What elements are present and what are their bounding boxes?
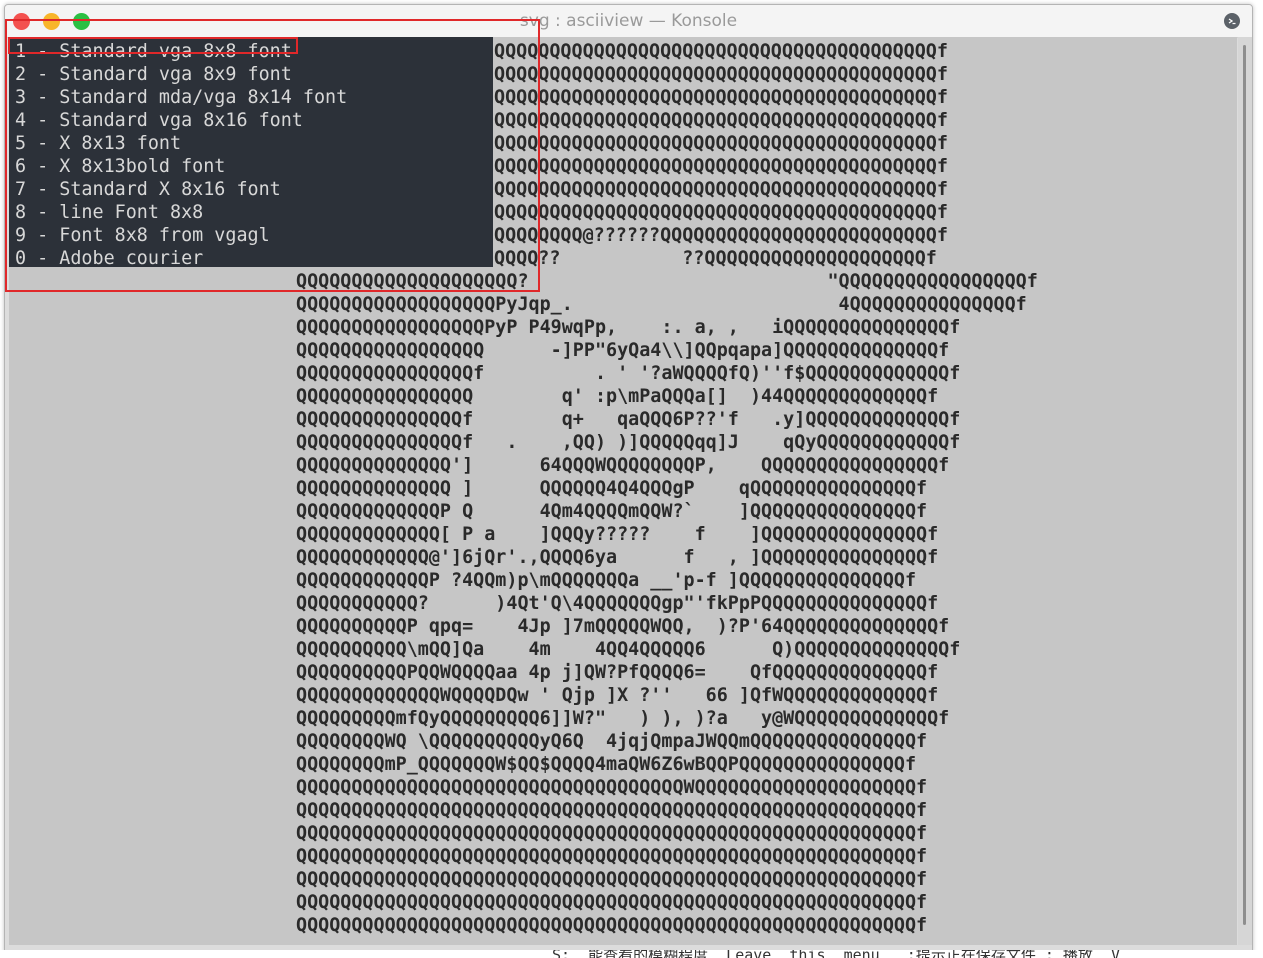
- art-line: QQQQQQQQQQP qpq= 4Jp ]7mQQQQQWQQ, )?P'64…: [296, 616, 950, 637]
- art-line: QQQQQQQQQQQQQQQQQ -]PP"6yQa4\\]QQpqapa]Q…: [296, 340, 950, 361]
- art-line: QQQQQQQQQQQQQQQQQQQQQQQQQQQQQQQQQQQWQQQQ…: [296, 777, 928, 798]
- scrollbar-thumb[interactable]: [1243, 45, 1246, 925]
- art-line: QQQQQQQQQQQQQQQQQQQQQQQQQQQQQQQQQQQQQQQQ…: [494, 41, 948, 62]
- menu-item-7[interactable]: 8 - line Font 8x8: [15, 201, 203, 224]
- art-line: QQQQQQQQmP_QQQQQQQW$QQ$QQQQ4maQW6Z6wBQQP…: [296, 754, 917, 775]
- konsole-window: svg : asciiview — Konsole QQQQQQQQQQQQQQ…: [4, 4, 1253, 954]
- art-line: QQQQQQQQQQQQQQQf q+ qaQQQ6P??'f .y]QQQQQ…: [296, 409, 961, 430]
- bottom-status-text: S: 能查看的模糊程度 Leave this menu :提示正在保存文件 : …: [552, 950, 1120, 958]
- window-title: svg : asciiview — Konsole: [519, 11, 738, 31]
- art-line: QQQQQQQQQQQQQQQQQQQQQQQQQQQQQQQQQQQQQQQQ…: [296, 846, 928, 867]
- art-line: QQQQQQQQQQQQQQQQQQQQQQQQQQQQQQQQQQQQQQQQ…: [296, 823, 928, 844]
- menu-item-4[interactable]: 5 - X 8x13 font: [15, 132, 181, 155]
- font-menu: 1 - Standard vga 8x8 font 2 - Standard vg…: [9, 37, 493, 270]
- art-line: QQQQQQQQQQQQQQQQQPyP P49wqPp, :. a, , iQ…: [296, 317, 961, 338]
- scrollbar[interactable]: [1238, 37, 1252, 945]
- art-line: QQQQ?? ??QQQQQQQQQQQQQQQQQQQQf: [494, 248, 937, 269]
- art-line: QQQQQQQQQQQQQQ'] 64QQQWQQQQQQQQP, QQQQQQ…: [296, 455, 950, 476]
- art-line: QQQQQQQQQQQQQQQQQQQQQQQQQQQQQQQQQQQQQQQQ…: [494, 64, 948, 85]
- menu-item-3[interactable]: 4 - Standard vga 8x16 font: [15, 109, 303, 132]
- art-line: QQQQQQQQQQQQQQQf . ,QQ) )]QQQQQqq]J qQyQ…: [296, 432, 961, 453]
- art-line: QQQQQQQQQQQQQQQQQQQQQQQQQQQQQQQQQQQQQQQQ…: [494, 87, 948, 108]
- art-line: QQQQQQQQQQQ? )4Qt'Q\4QQQQQQQgp"'fkPpPQQQ…: [296, 593, 939, 614]
- art-line: QQQQQQQQQQQQQQQQQQQQQQQQQQQQQQQQQQQQQQQQ…: [296, 915, 928, 936]
- menu-item-1[interactable]: 2 - Standard vga 8x9 font: [15, 63, 292, 86]
- art-line: QQQQQQQQQQ\mQQ]Qa 4m 4QQ4QQQQQ6 Q)QQQQQQ…: [296, 639, 961, 660]
- art-line: QQQQQQQQWQ \QQQQQQQQQQyQ6Q 4jqjQmpaJWQQm…: [296, 731, 928, 752]
- art-line: QQQQQQQQQQQQQQQQQQQQQQQQQQQQQQQQQQQQQQQQ…: [296, 892, 928, 913]
- menu-item-6[interactable]: 7 - Standard X 8x16 font: [15, 178, 281, 201]
- art-line: QQQQQQQQQQQQ@']6jQr'.,QQQQ6ya f , ]QQQQQ…: [296, 547, 939, 568]
- art-line: QQQQQQQQQQPQQWQQQQaa 4p j]QW?PfQQQQ6= Qf…: [296, 662, 939, 683]
- menu-item-8[interactable]: 9 - Font 8x8 from vgagl: [15, 224, 270, 247]
- art-line: QQQQQQQQQQQQQQQQf . ' '?aWQQQQfQ)''f$QQQ…: [296, 363, 961, 384]
- title-bar: svg : asciiview — Konsole: [5, 5, 1252, 38]
- bottom-strip: S: 能查看的模糊程度 Leave this menu :提示正在保存文件 : …: [0, 950, 1263, 958]
- art-line: QQQQQQQQQQQQQQQQQQQQQQQQQQQQQQQQQQQQQQQQ…: [296, 869, 928, 890]
- art-line: QQQQQQQQQQQQQQQQQQQQQQQQQQQQQQQQQQQQQQQQ…: [494, 179, 948, 200]
- art-line: QQQQQQQQQQQQQQQQ q' :p\mPaQQQa[] )44QQQQ…: [296, 386, 939, 407]
- menu-item-5[interactable]: 6 - X 8x13bold font: [15, 155, 225, 178]
- art-line: QQQQQQQQQQQQQQQQQQQQ? "QQQQQQQQQQQQQQQQQ…: [296, 271, 1038, 292]
- art-line: QQQQQQQQQQQQQQQQQQQQQQQQQQQQQQQQQQQQQQQQ…: [494, 202, 948, 223]
- art-line: QQQQQQQQQQQQQ[ P a ]QQQy????? f ]QQQQQQQ…: [296, 524, 939, 545]
- menu-item-0[interactable]: 1 - Standard vga 8x8 font: [15, 40, 292, 63]
- art-line: QQQQQQQQQQQQQQQQQQQQQQQQQQQQQQQQQQQQQQQQ…: [494, 110, 948, 131]
- terminal-icon[interactable]: [1224, 13, 1240, 29]
- art-line: QQQQQQQQQQQQQQ ] QQQQQQ4Q4QQQgP qQQQQQQQ…: [296, 478, 928, 499]
- menu-item-2[interactable]: 3 - Standard mda/vga 8x14 font: [15, 86, 347, 109]
- art-line: QQQQQQQQQQQQQP Q 4Qm4QQQQmQQW?` ]QQQQQQQ…: [296, 501, 928, 522]
- art-line: QQQQQQQQQQQQQWQQQQDQw ' Qjp ]X ?'' 66 ]Q…: [296, 685, 939, 706]
- art-line: QQQQQQQQQQQQQQQQQQQQQQQQQQQQQQQQQQQQQQQQ…: [494, 133, 948, 154]
- art-line: QQQQQQQQQQQQQQQQQQQQQQQQQQQQQQQQQQQQQQQQ…: [494, 156, 948, 177]
- art-line: QQQQQQQQQmfQyQQQQQQQQQ6]]W?" ) ), )?a y@…: [296, 708, 950, 729]
- art-line: QQQQQQQQQQQQQQQQQQPyJqp_. 4QQQQQQQQQQQQQ…: [296, 294, 1027, 315]
- art-line: QQQQQQQQ@??????QQQQQQQQQQQQQQQQQQQQQQQQQ…: [494, 225, 948, 246]
- art-line: QQQQQQQQQQQQQQQQQQQQQQQQQQQQQQQQQQQQQQQQ…: [296, 800, 928, 821]
- menu-item-9[interactable]: 0 - Adobe courier: [15, 247, 203, 270]
- art-line: QQQQQQQQQQQQP ?4QQm)p\mQQQQQQQa __'p-f ]…: [296, 570, 917, 591]
